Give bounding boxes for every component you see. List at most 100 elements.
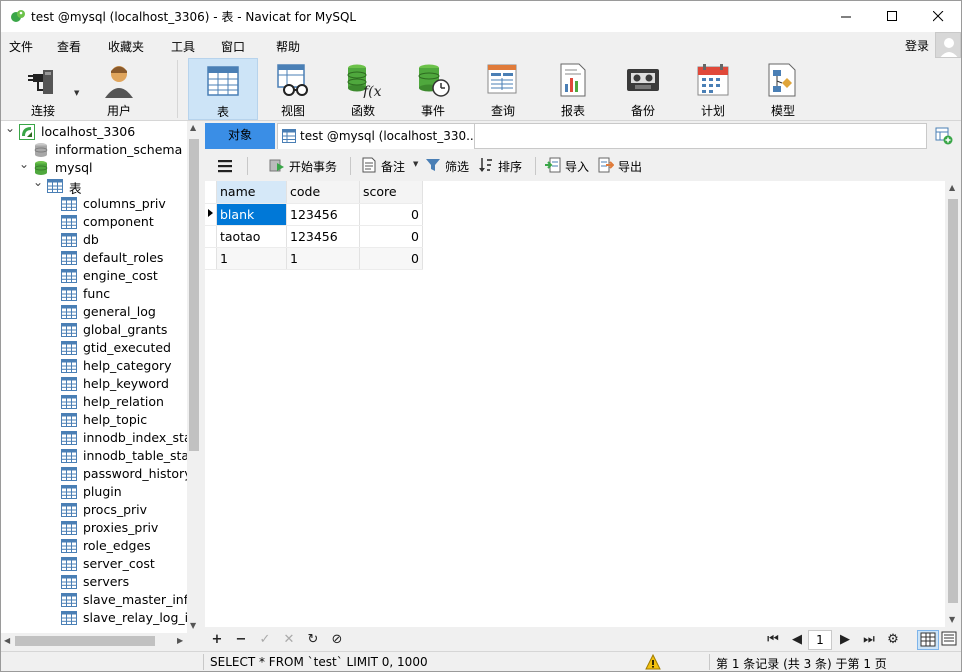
- hamburger-menu-icon[interactable]: [217, 158, 233, 174]
- table-row[interactable]: 1 1 0: [205, 247, 423, 270]
- table-row[interactable]: taotao 123456 0: [205, 225, 423, 248]
- toolbar-connect[interactable]: 连接: [9, 58, 77, 120]
- cell-code[interactable]: 123456: [286, 203, 360, 226]
- tree-table-item[interactable]: gtid_executed: [1, 339, 187, 357]
- menu-view[interactable]: 查看: [57, 38, 81, 55]
- menu-tools[interactable]: 工具: [171, 38, 195, 55]
- menu-help[interactable]: 帮助: [276, 38, 300, 55]
- toolbar-schedule[interactable]: 计划: [679, 58, 747, 120]
- tree-table-item[interactable]: default_roles: [1, 249, 187, 267]
- grid-vertical-scrollbar[interactable]: ▲ ▼: [945, 181, 961, 627]
- toolbar-model[interactable]: 模型: [749, 58, 817, 120]
- tree-table-item[interactable]: innodb_table_stat: [1, 447, 194, 465]
- cell-name[interactable]: taotao: [216, 225, 287, 248]
- warning-icon[interactable]: [645, 654, 661, 670]
- tree-table-item[interactable]: password_history: [1, 465, 192, 483]
- tree-table-item[interactable]: global_grants: [1, 321, 187, 339]
- close-button[interactable]: [915, 1, 961, 32]
- cell-name[interactable]: 1: [216, 247, 287, 270]
- scroll-right-icon[interactable]: ▶: [177, 636, 183, 645]
- column-header-name[interactable]: name: [216, 181, 287, 204]
- tree-table-item[interactable]: slave_master_info: [1, 591, 196, 609]
- toolbar-function[interactable]: f(x) 函数: [329, 58, 397, 120]
- cell-code[interactable]: 1: [286, 247, 360, 270]
- scroll-down-icon[interactable]: ▼: [949, 615, 955, 624]
- toolbar-event[interactable]: 事件: [399, 58, 467, 120]
- collapse-chevron-icon[interactable]: ⌄: [5, 121, 15, 135]
- minimize-button[interactable]: [823, 1, 869, 32]
- tree-horizontal-scrollbar[interactable]: ◀ ▶: [1, 633, 201, 649]
- last-page-icon[interactable]: ⏭: [861, 632, 877, 648]
- new-object-icon[interactable]: [935, 127, 953, 145]
- toolbar-user[interactable]: 用户: [85, 58, 153, 120]
- next-page-icon[interactable]: ▶: [837, 632, 853, 648]
- discard-changes-icon[interactable]: ✕: [281, 632, 297, 648]
- login-link[interactable]: 登录: [905, 37, 929, 54]
- tree-table-item[interactable]: general_log: [1, 303, 187, 321]
- grid-view-button[interactable]: [917, 630, 939, 650]
- scroll-left-icon[interactable]: ◀: [4, 636, 10, 645]
- tree-table-item[interactable]: server_cost: [1, 555, 187, 573]
- cell-score[interactable]: 0: [359, 247, 423, 270]
- scroll-up-icon[interactable]: ▲: [949, 183, 955, 192]
- tab-query-test[interactable]: test @mysql (localhost_330...: [277, 123, 478, 149]
- column-header-code[interactable]: code: [286, 181, 360, 204]
- memo-dropdown-icon[interactable]: ▼: [413, 160, 418, 168]
- cell-name[interactable]: blank: [216, 203, 287, 226]
- tree-table-item[interactable]: servers: [1, 573, 187, 591]
- tree-database[interactable]: ⌄ mysql: [1, 157, 187, 177]
- tree-vertical-scrollbar[interactable]: ▲ ▼: [187, 121, 201, 633]
- avatar[interactable]: [935, 32, 961, 58]
- connect-dropdown-caret-icon[interactable]: ▼: [74, 89, 79, 97]
- tree-hscroll-thumb[interactable]: [15, 636, 155, 646]
- tree-table-item[interactable]: help_category: [1, 357, 187, 375]
- tree-table-item[interactable]: procs_priv: [1, 501, 187, 519]
- scroll-up-icon[interactable]: ▲: [190, 123, 196, 132]
- delete-record-icon[interactable]: −: [233, 632, 249, 648]
- tree-table-item[interactable]: innodb_index_stat: [1, 429, 197, 447]
- form-view-button[interactable]: [939, 630, 961, 650]
- toolbar-report[interactable]: 报表: [539, 58, 607, 120]
- toolbar-query[interactable]: 查询: [469, 58, 537, 120]
- menu-window[interactable]: 窗口: [221, 38, 245, 55]
- tree-table-item[interactable]: engine_cost: [1, 267, 187, 285]
- refresh-icon[interactable]: ↻: [305, 632, 321, 648]
- tree-table-item[interactable]: help_relation: [1, 393, 187, 411]
- toolbar-table[interactable]: 表: [188, 58, 258, 120]
- grid-scroll-thumb[interactable]: [948, 199, 958, 603]
- menu-favorites[interactable]: 收藏夹: [108, 38, 144, 55]
- tree-table-item[interactable]: slave_relay_log_in: [1, 609, 196, 627]
- collapse-chevron-icon[interactable]: ⌄: [33, 175, 43, 189]
- tab-objects[interactable]: 对象: [205, 123, 275, 149]
- tree-table-item[interactable]: help_topic: [1, 411, 187, 429]
- table-row[interactable]: blank 123456 0: [205, 203, 423, 226]
- add-record-icon[interactable]: +: [209, 632, 225, 648]
- previous-page-icon[interactable]: ◀: [789, 632, 805, 648]
- tree-tables-folder[interactable]: ⌄ 表: [1, 175, 187, 196]
- tree-table-item[interactable]: component: [1, 213, 187, 231]
- settings-gear-icon[interactable]: ⚙: [885, 632, 901, 648]
- apply-changes-icon[interactable]: ✓: [257, 632, 273, 648]
- cell-score[interactable]: 0: [359, 203, 423, 226]
- tree-connection[interactable]: ⌄ localhost_3306: [1, 121, 187, 141]
- tree-scroll-thumb[interactable]: [189, 139, 199, 451]
- toolbar-backup[interactable]: 备份: [609, 58, 677, 120]
- scroll-down-icon[interactable]: ▼: [190, 621, 196, 630]
- collapse-chevron-icon[interactable]: ⌄: [19, 157, 29, 171]
- stop-icon[interactable]: ⊘: [329, 632, 345, 648]
- cell-score[interactable]: 0: [359, 225, 423, 248]
- first-page-icon[interactable]: ⏮: [765, 632, 781, 648]
- column-header-score[interactable]: score: [359, 181, 423, 204]
- tree-table-item[interactable]: db: [1, 231, 187, 249]
- maximize-button[interactable]: [869, 1, 915, 32]
- cell-code[interactable]: 123456: [286, 225, 360, 248]
- tree-table-item[interactable]: help_keyword: [1, 375, 187, 393]
- tree-table-item[interactable]: proxies_priv: [1, 519, 187, 537]
- tree-table-item[interactable]: func: [1, 285, 187, 303]
- page-number-input[interactable]: 1: [808, 630, 832, 650]
- tree-table-item[interactable]: role_edges: [1, 537, 187, 555]
- menu-file[interactable]: 文件: [9, 38, 33, 55]
- toolbar-view[interactable]: 视图: [259, 58, 327, 120]
- tree-table-item[interactable]: columns_priv: [1, 195, 187, 213]
- tree-table-item[interactable]: plugin: [1, 483, 187, 501]
